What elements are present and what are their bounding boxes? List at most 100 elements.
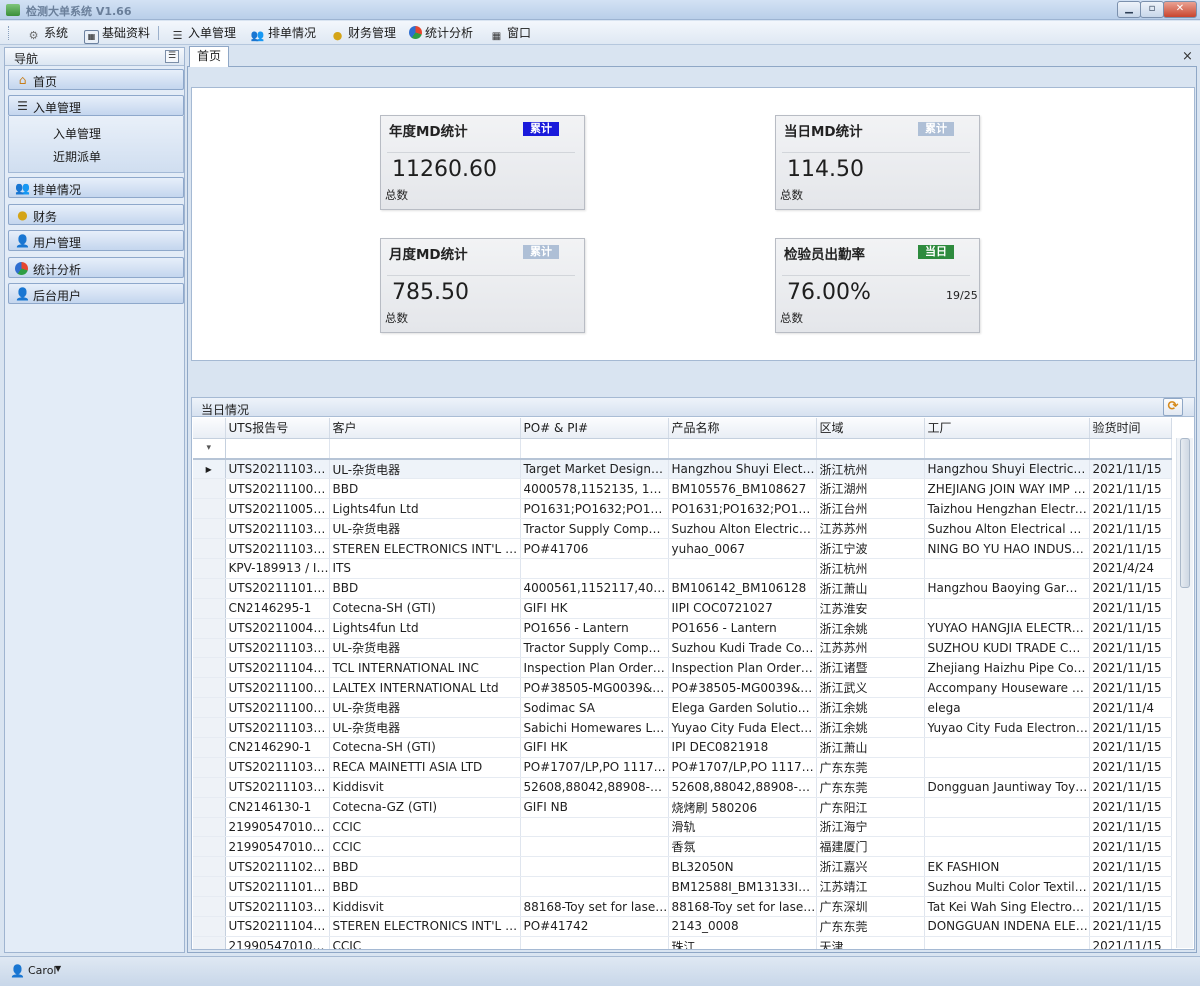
table-cell[interactable]: UTS202111006... (225, 677, 330, 699)
table-cell[interactable]: Elega Garden Solution (N... (668, 697, 817, 719)
table-cell[interactable]: Cotecna-SH (GTI) (329, 598, 521, 619)
table-cell[interactable]: STEREN ELECTRONICS INT'L LLC... (329, 916, 521, 937)
nav-group-order-management[interactable]: ☰ 入单管理 (8, 95, 184, 116)
table-cell[interactable]: Inspection Plan Order 44... (668, 657, 817, 679)
table-cell[interactable]: 2021/11/15 (1089, 777, 1172, 798)
table-cell[interactable]: UTS2021110417 (225, 916, 330, 937)
table-cell[interactable] (924, 817, 1090, 838)
table-cell[interactable]: Yuyao City Fuda Electron... (668, 717, 817, 738)
row-indicator[interactable] (193, 757, 226, 778)
column-header[interactable]: 客户 (329, 418, 521, 439)
table-cell[interactable]: 2021/11/15 (1089, 618, 1172, 639)
vertical-scrollbar[interactable] (1176, 438, 1193, 948)
table-cell[interactable]: 52608,88042,88908-Las... (520, 777, 669, 798)
table-cell[interactable]: 江苏靖江 (816, 876, 925, 898)
column-header[interactable]: 工厂 (924, 418, 1090, 439)
table-cell[interactable]: UL-杂货电器 (329, 697, 521, 719)
table-cell[interactable]: 2021/11/15 (1089, 638, 1172, 659)
nav-group-user-management[interactable]: 👤 用户管理 (8, 230, 184, 251)
table-cell[interactable]: 浙江萧山 (816, 737, 925, 758)
table-cell[interactable]: 广东深圳 (816, 896, 925, 917)
table-cell[interactable]: UTS2021100437 (225, 618, 330, 639)
table-cell[interactable]: 88168-Toy set for laser ... (520, 896, 669, 917)
table-row[interactable]: CN2146130-1 Cotecna-GZ (GTI) GIFI NB 烧烤刷 58… (193, 797, 1172, 818)
table-cell[interactable]: 2021/11/15 (1089, 459, 1172, 480)
table-cell[interactable]: UTS2021110393 (225, 459, 330, 480)
table-cell[interactable]: Hangzhou Baoying Garments... (924, 578, 1090, 599)
table-cell[interactable]: UTS2021110049 (225, 478, 330, 500)
table-cell[interactable]: PO1631;PO1632;PO163... (668, 498, 817, 520)
table-cell[interactable] (924, 936, 1090, 949)
row-indicator[interactable] (193, 797, 226, 818)
scrollbar-thumb[interactable] (1180, 438, 1190, 588)
minimize-button[interactable]: ▁ (1117, 1, 1141, 18)
table-cell[interactable] (924, 757, 1090, 778)
table-cell[interactable]: CCIC (329, 817, 521, 838)
table-cell[interactable]: 2021/11/15 (1089, 916, 1172, 937)
table-cell[interactable]: 2021/11/15 (1089, 876, 1172, 898)
table-cell[interactable] (668, 558, 817, 579)
nav-group-backend-users[interactable]: 👤 后台用户 (8, 283, 184, 304)
table-cell[interactable]: CN2146290-1 (225, 737, 330, 758)
table-cell[interactable]: 2021/11/15 (1089, 478, 1172, 500)
nav-options-icon[interactable]: ☰ (165, 50, 179, 63)
table-cell[interactable]: 2021/11/15 (1089, 757, 1172, 778)
table-cell[interactable] (924, 836, 1090, 858)
table-cell[interactable]: LALTEX INTERNATIONAL Ltd (329, 677, 521, 699)
table-cell[interactable]: 4000578,1152135, 1151... (520, 478, 669, 500)
filter-cell[interactable] (329, 438, 521, 460)
filter-cell[interactable] (924, 438, 1090, 460)
table-cell[interactable]: Lights4fun Ltd (329, 618, 521, 639)
refresh-icon[interactable]: ⟳ (1163, 398, 1183, 416)
table-row[interactable]: UTS2021110193 BBD BM12588I_BM13133I_B... 江苏… (193, 876, 1172, 898)
table-cell[interactable]: 浙江海宁 (816, 817, 925, 838)
table-cell[interactable]: Suzhou Kudi Trade Co Ltd (668, 638, 817, 659)
table-cell[interactable]: BBD (329, 478, 521, 500)
table-cell[interactable]: 2199054701026... (225, 936, 330, 949)
menu-base-data[interactable]: ▦ 基础资料 (84, 24, 150, 44)
table-cell[interactable]: CCIC (329, 836, 521, 858)
table-cell[interactable]: UL-杂货电器 (329, 638, 521, 659)
nav-item-recent-dispatch[interactable]: 近期派单 (53, 148, 101, 165)
table-cell[interactable]: 2021/11/15 (1089, 538, 1172, 559)
table-cell[interactable]: PO#41706 (520, 538, 669, 559)
table-cell[interactable]: Tractor Supply Company (520, 518, 669, 540)
table-cell[interactable]: 88168-Toy set for laser ... (668, 896, 817, 917)
table-cell[interactable]: PO1656 - Lantern (668, 618, 817, 639)
column-header[interactable]: 验货时间 (1089, 418, 1172, 439)
table-cell[interactable]: 浙江萧山 (816, 578, 925, 599)
table-cell[interactable]: 2021/11/15 (1089, 717, 1172, 738)
table-cell[interactable]: Kiddisvit (329, 777, 521, 798)
current-user[interactable]: Carol (28, 964, 57, 977)
table-cell[interactable]: Zhejiang Haizhu Pipe Co., Ltd (924, 657, 1090, 679)
row-indicator[interactable] (193, 558, 226, 579)
row-indicator[interactable] (193, 598, 226, 619)
table-row[interactable]: UTS2021110069 UL-杂货电器 Sodimac SA Elega Gard… (193, 697, 1172, 719)
table-cell[interactable] (924, 797, 1090, 818)
table-cell[interactable]: 2021/11/15 (1089, 677, 1172, 699)
row-indicator[interactable] (193, 638, 226, 659)
table-cell[interactable]: yuhao_0067 (668, 538, 817, 559)
table-cell[interactable]: 福建厦门 (816, 836, 925, 858)
table-cell[interactable]: 浙江诸暨 (816, 657, 925, 679)
table-cell[interactable]: Inspection Plan Order 44... (520, 657, 669, 679)
table-row[interactable]: UTS2021110415 TCL INTERNATIONAL INC Inspec… (193, 657, 1172, 679)
table-cell[interactable]: IIPI COC0721027 (668, 598, 817, 619)
table-cell[interactable]: PO1656 - Lantern (520, 618, 669, 639)
table-cell[interactable]: PO#41742 (520, 916, 669, 937)
maximize-button[interactable]: ▫ (1140, 1, 1164, 18)
table-cell[interactable]: BBD (329, 876, 521, 898)
table-cell[interactable]: DONGGUAN INDENA ELECT... (924, 916, 1090, 937)
table-cell[interactable]: 浙江宁波 (816, 538, 925, 559)
menu-system[interactable]: ⚙ 系统 (26, 24, 68, 42)
table-cell[interactable] (520, 936, 669, 949)
filter-cell[interactable] (668, 438, 817, 460)
column-header[interactable]: PO# & PI# (520, 418, 669, 439)
table-cell[interactable]: BM105576_BM108627 (668, 478, 817, 500)
nav-item-order-management[interactable]: 入单管理 (53, 125, 101, 142)
table-cell[interactable]: BM106142_BM106128 (668, 578, 817, 599)
chevron-down-icon[interactable]: ▼ (55, 964, 61, 973)
table-cell[interactable] (520, 836, 669, 858)
table-cell[interactable]: Cotecna-SH (GTI) (329, 737, 521, 758)
menu-order-management[interactable]: ☰ 入单管理 (170, 24, 236, 42)
